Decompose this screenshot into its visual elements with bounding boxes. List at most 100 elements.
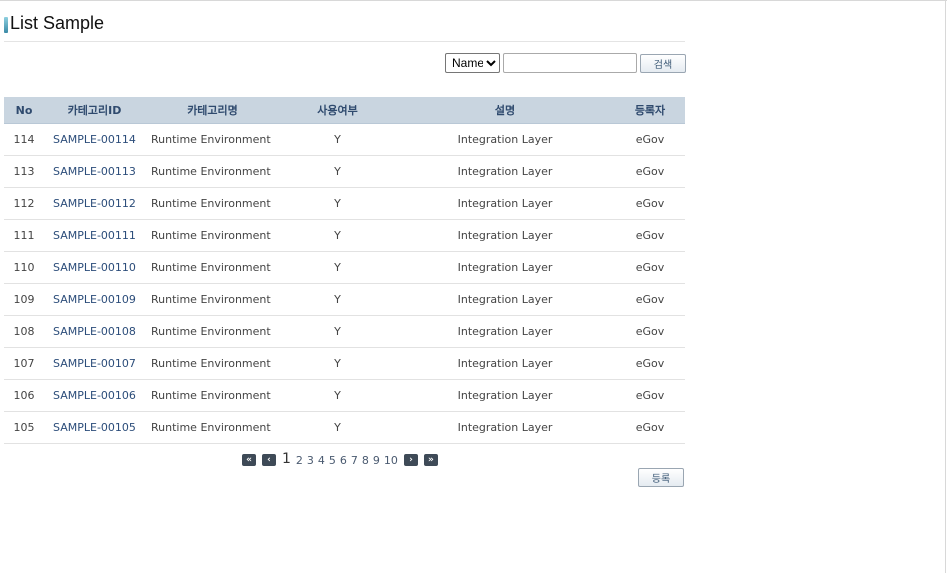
row-no: 109 bbox=[4, 283, 44, 316]
row-use-yn: Y bbox=[280, 283, 395, 316]
table-row[interactable]: 107 SAMPLE-00107 Runtime Environment Y Integ… bbox=[4, 347, 685, 380]
row-no: 105 bbox=[4, 411, 44, 444]
table-header-row: No 카테고리ID 카테고리명 사용여부 설명 등록자 bbox=[4, 97, 685, 124]
row-no: 107 bbox=[4, 347, 44, 380]
table-row[interactable]: 110 SAMPLE-00110 Runtime Environment Y Integ… bbox=[4, 251, 685, 284]
row-description: Integration Layer bbox=[395, 251, 615, 284]
search-field-select[interactable]: Name bbox=[445, 53, 500, 73]
row-use-yn: Y bbox=[280, 315, 395, 348]
row-category-name: Runtime Environment bbox=[145, 251, 280, 284]
page-link[interactable]: 10 bbox=[384, 454, 398, 467]
category-table: No 카테고리ID 카테고리명 사용여부 설명 등록자 114 SAMPLE-00… bbox=[4, 97, 685, 444]
row-use-yn: Y bbox=[280, 155, 395, 188]
title-divider bbox=[4, 41, 685, 42]
row-use-yn: Y bbox=[280, 187, 395, 220]
first-page-button[interactable]: « bbox=[242, 454, 256, 466]
row-category-name: Runtime Environment bbox=[145, 187, 280, 220]
table-row[interactable]: 111 SAMPLE-00111 Runtime Environment Y Integ… bbox=[4, 219, 685, 252]
current-page: 1 bbox=[282, 450, 291, 467]
search-button[interactable]: 검색 bbox=[640, 53, 686, 73]
page-link[interactable]: 2 bbox=[296, 454, 303, 467]
page-link[interactable]: 6 bbox=[340, 454, 347, 467]
row-description: Integration Layer bbox=[395, 411, 615, 444]
table-row[interactable]: 109 SAMPLE-00109 Runtime Environment Y Integ… bbox=[4, 283, 685, 316]
row-description: Integration Layer bbox=[395, 315, 615, 348]
row-category-name: Runtime Environment bbox=[145, 411, 280, 444]
header-use-yn: 사용여부 bbox=[280, 97, 395, 124]
row-description: Integration Layer bbox=[395, 219, 615, 252]
row-no: 113 bbox=[4, 155, 44, 188]
table-row[interactable]: 113 SAMPLE-00113 Runtime Environment Y Integ… bbox=[4, 155, 685, 188]
row-category-id[interactable]: SAMPLE-00112 bbox=[44, 187, 145, 220]
header-category-id: 카테고리ID bbox=[44, 97, 145, 124]
table-row[interactable]: 105 SAMPLE-00105 Runtime Environment Y Integ… bbox=[4, 411, 685, 444]
row-category-id[interactable]: SAMPLE-00113 bbox=[44, 155, 145, 188]
row-no: 110 bbox=[4, 251, 44, 284]
title-bar-icon bbox=[4, 16, 8, 33]
row-description: Integration Layer bbox=[395, 187, 615, 220]
row-registrant: eGov bbox=[615, 155, 685, 188]
row-no: 106 bbox=[4, 379, 44, 412]
table-body: 114 SAMPLE-00114 Runtime Environment Y Integ… bbox=[4, 123, 685, 444]
prev-page-button[interactable]: ‹ bbox=[262, 454, 276, 466]
row-registrant: eGov bbox=[615, 411, 685, 444]
row-category-name: Runtime Environment bbox=[145, 283, 280, 316]
row-registrant: eGov bbox=[615, 219, 685, 252]
row-no: 112 bbox=[4, 187, 44, 220]
row-registrant: eGov bbox=[615, 379, 685, 412]
last-page-button[interactable]: » bbox=[423, 454, 438, 466]
row-registrant: eGov bbox=[615, 283, 685, 316]
row-use-yn: Y bbox=[280, 347, 395, 380]
page-link[interactable]: 8 bbox=[362, 454, 369, 467]
page-link[interactable]: 9 bbox=[373, 454, 380, 467]
row-category-name: Runtime Environment bbox=[145, 155, 280, 188]
row-description: Integration Layer bbox=[395, 155, 615, 188]
search-bar: Name 검색 bbox=[445, 52, 686, 74]
row-category-name: Runtime Environment bbox=[145, 123, 280, 156]
header-category-name: 카테고리명 bbox=[145, 97, 280, 124]
table-row[interactable]: 106 SAMPLE-00106 Runtime Environment Y Integ… bbox=[4, 379, 685, 412]
row-registrant: eGov bbox=[615, 123, 685, 156]
row-category-id[interactable]: SAMPLE-00111 bbox=[44, 219, 145, 252]
row-category-id[interactable]: SAMPLE-00105 bbox=[44, 411, 145, 444]
page-numbers: 2 3 4 5 6 7 8 9 10 bbox=[296, 454, 402, 467]
page-link[interactable]: 5 bbox=[329, 454, 336, 467]
row-use-yn: Y bbox=[280, 411, 395, 444]
row-use-yn: Y bbox=[280, 251, 395, 284]
row-use-yn: Y bbox=[280, 219, 395, 252]
row-registrant: eGov bbox=[615, 187, 685, 220]
register-button[interactable]: 등록 bbox=[638, 468, 684, 487]
table-row[interactable]: 112 SAMPLE-00112 Runtime Environment Y Integ… bbox=[4, 187, 685, 220]
page-link[interactable]: 3 bbox=[307, 454, 314, 467]
table-row[interactable]: 114 SAMPLE-00114 Runtime Environment Y Integ… bbox=[4, 123, 685, 156]
row-description: Integration Layer bbox=[395, 123, 615, 156]
row-category-id[interactable]: SAMPLE-00108 bbox=[44, 315, 145, 348]
row-no: 108 bbox=[4, 315, 44, 348]
row-category-name: Runtime Environment bbox=[145, 315, 280, 348]
row-category-name: Runtime Environment bbox=[145, 219, 280, 252]
next-page-button[interactable]: › bbox=[403, 454, 418, 466]
table-row[interactable]: 108 SAMPLE-00108 Runtime Environment Y Integ… bbox=[4, 315, 685, 348]
row-no: 114 bbox=[4, 123, 44, 156]
row-category-id[interactable]: SAMPLE-00110 bbox=[44, 251, 145, 284]
row-registrant: eGov bbox=[615, 347, 685, 380]
page-link[interactable]: 7 bbox=[351, 454, 358, 467]
row-description: Integration Layer bbox=[395, 379, 615, 412]
page-title: List Sample bbox=[4, 12, 104, 34]
row-category-id[interactable]: SAMPLE-00114 bbox=[44, 123, 145, 156]
page-title-text: List Sample bbox=[10, 12, 105, 33]
search-input[interactable] bbox=[503, 53, 637, 73]
row-use-yn: Y bbox=[280, 123, 395, 156]
row-category-name: Runtime Environment bbox=[145, 379, 280, 412]
row-category-id[interactable]: SAMPLE-00109 bbox=[44, 283, 145, 316]
frame-top-border bbox=[0, 0, 947, 1]
row-category-id[interactable]: SAMPLE-00107 bbox=[44, 347, 145, 380]
row-category-id[interactable]: SAMPLE-00106 bbox=[44, 379, 145, 412]
frame-right-border bbox=[945, 0, 946, 573]
header-registrant: 등록자 bbox=[615, 97, 685, 124]
row-no: 111 bbox=[4, 219, 44, 252]
row-registrant: eGov bbox=[615, 251, 685, 284]
page-link[interactable]: 4 bbox=[318, 454, 325, 467]
row-category-name: Runtime Environment bbox=[145, 347, 280, 380]
pagination: « ‹ 1 2 3 4 5 6 7 8 9 10 › » bbox=[242, 450, 438, 468]
